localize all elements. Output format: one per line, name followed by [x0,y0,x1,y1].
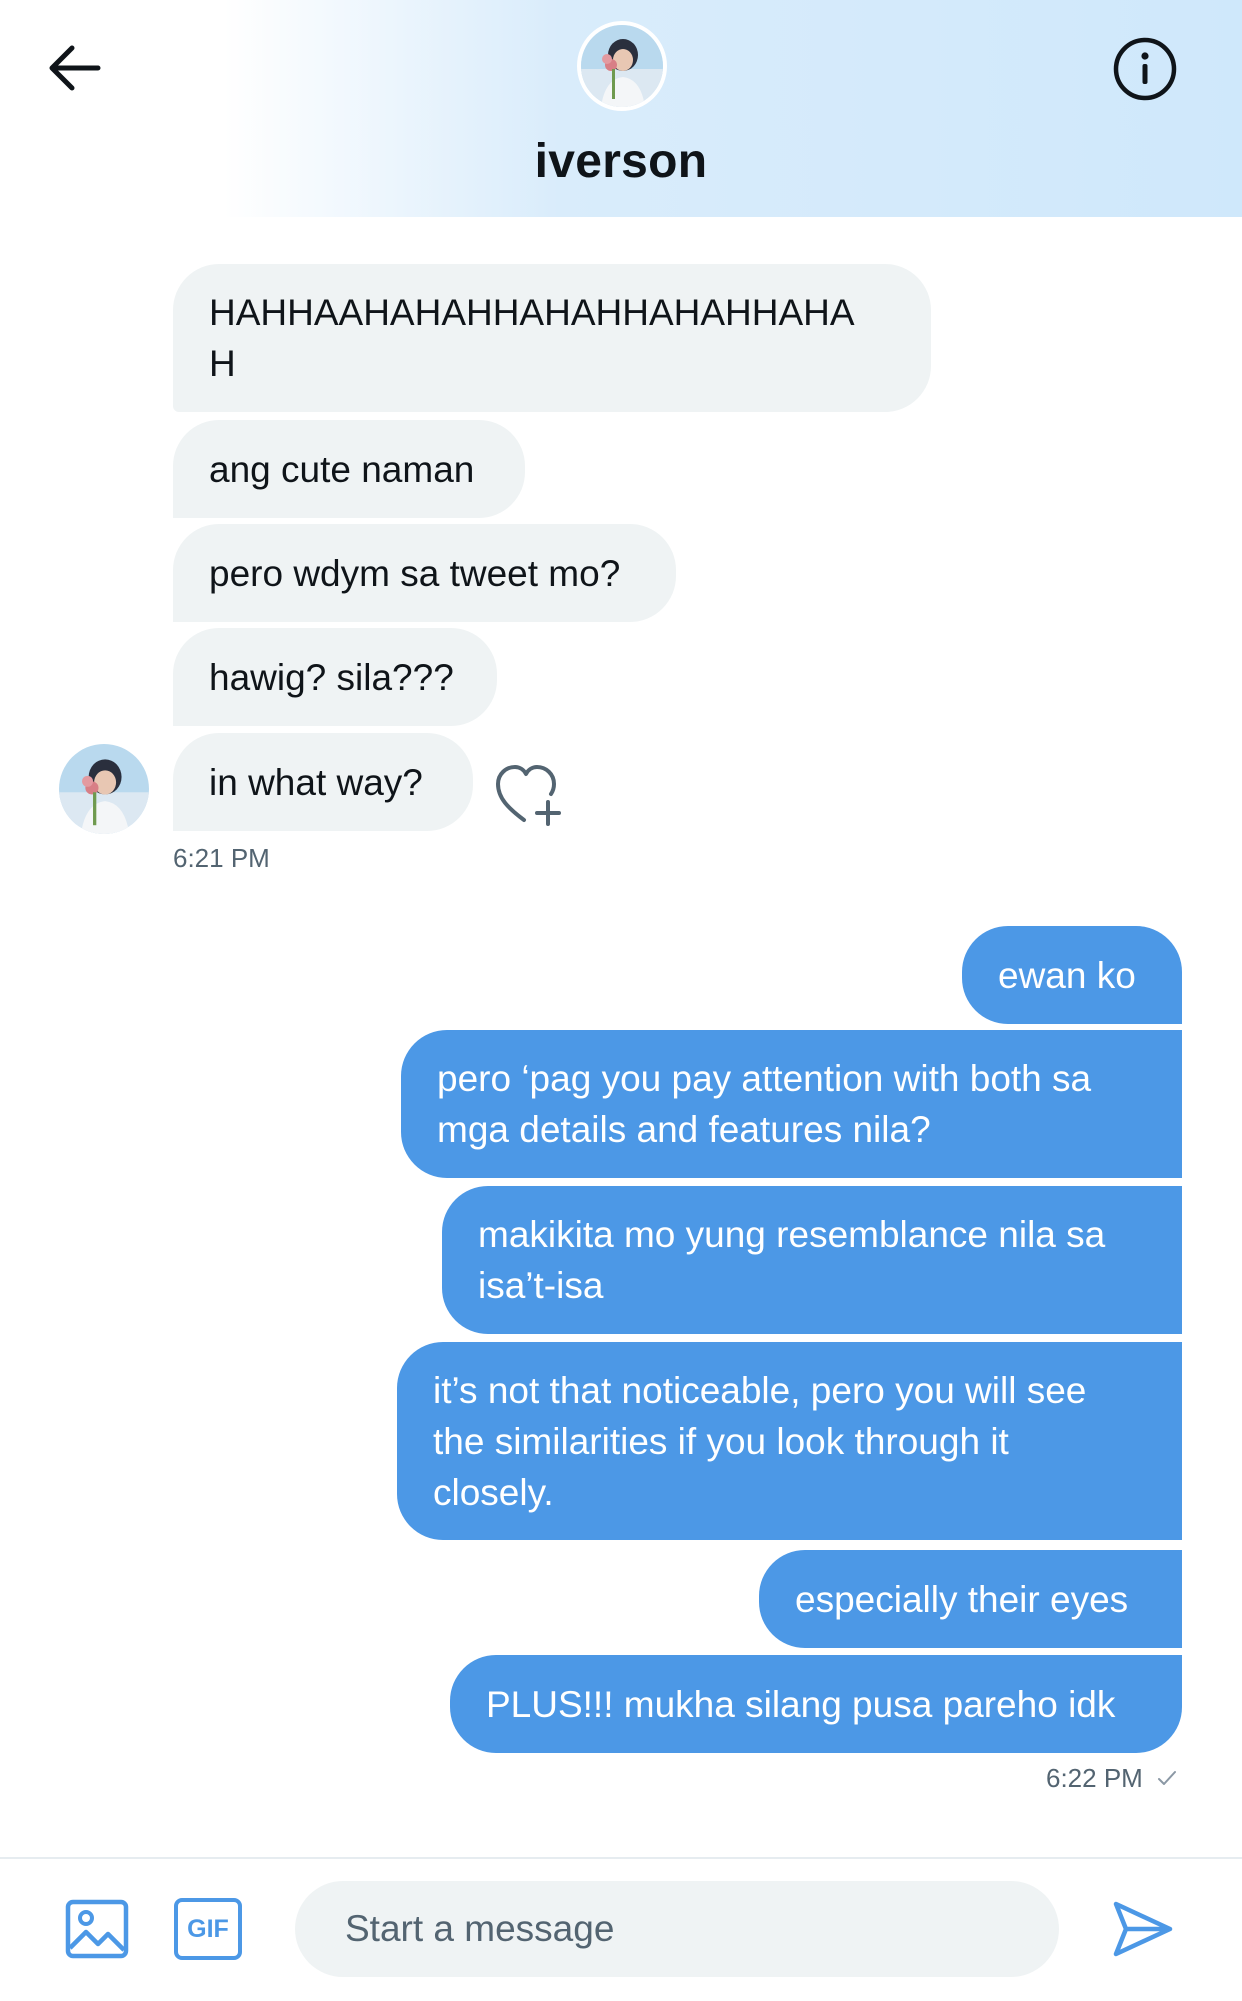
message-text: it’s not that noticeable, pero you will … [433,1369,1087,1513]
check-icon [1158,1771,1176,1785]
incoming-message[interactable]: hawig? sila??? [173,628,497,726]
outgoing-message[interactable]: PLUS!!! mukha silang pusa pareho idk [450,1655,1182,1753]
outgoing-message[interactable]: it’s not that noticeable, pero you will … [397,1342,1182,1540]
conversation-title: iverson [534,135,708,188]
message-text: hawig? sila??? [209,656,454,698]
message-text: PLUS!!! mukha silang pusa pareho idk [486,1683,1116,1725]
send-button[interactable] [1110,1896,1176,1962]
message-text: HAHHAAHAHAHHAHAHHAHAHHAHA H [209,292,855,384]
incoming-message[interactable]: ang cute naman [173,420,525,518]
message-text: especially their eyes [795,1578,1129,1620]
sender-avatar[interactable] [59,744,149,834]
outgoing-message[interactable]: especially their eyes [759,1550,1182,1648]
image-icon [65,1899,129,1959]
add-reaction-button[interactable] [494,762,566,828]
profile-photo [59,744,149,834]
add-media-button[interactable] [64,1896,130,1962]
message-text: ewan ko [998,954,1136,996]
message-timestamp: 6:21 PM [173,843,270,873]
back-button[interactable] [42,40,108,96]
outgoing-message[interactable]: pero ‘pag you pay attention with both sa… [401,1030,1182,1178]
message-timestamp: 6:22 PM [1046,1763,1143,1793]
conversation-info-button[interactable] [1112,36,1178,102]
info-icon [1113,37,1177,101]
heart-plus-icon [496,765,561,826]
outgoing-message[interactable]: ewan ko [962,926,1182,1024]
send-icon [1113,1901,1173,1957]
message-text: pero ‘pag you pay attention with both sa… [437,1058,1092,1150]
message-text: makikita mo yung resemblance nila sa isa… [478,1214,1106,1306]
profile-photo [581,25,663,107]
incoming-message[interactable]: pero wdym sa tweet mo? [173,524,676,622]
message-input[interactable] [295,1881,1059,1977]
header-avatar[interactable] [577,21,667,111]
message-text: ang cute naman [209,448,475,490]
incoming-message[interactable]: HAHHAAHAHAHHAHAHHAHAHHAHA H [173,264,931,412]
outgoing-message[interactable]: makikita mo yung resemblance nila sa isa… [442,1186,1182,1334]
message-text: in what way? [209,761,423,803]
incoming-message[interactable]: in what way? [173,733,473,831]
message-text: pero wdym sa tweet mo? [209,552,621,594]
gif-button[interactable]: GIF [174,1898,242,1960]
arrow-left-icon [49,45,101,91]
